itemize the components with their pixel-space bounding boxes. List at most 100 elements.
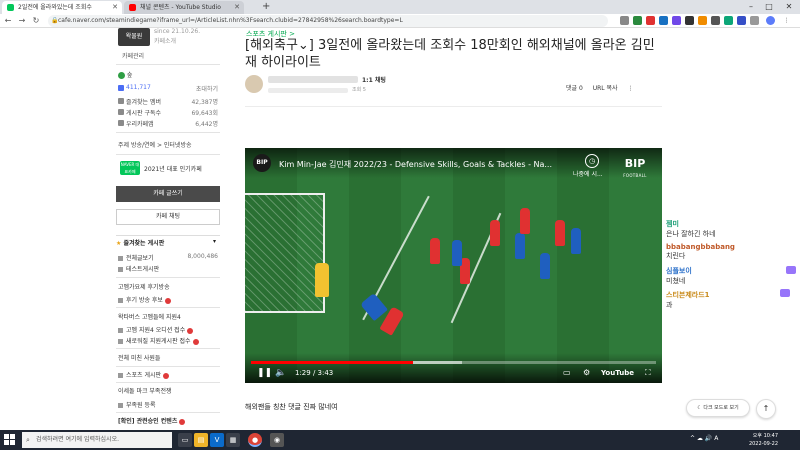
taskbar-search-input[interactable]: ⌕ 검색하려면 여기에 입력하십시오. <box>22 432 172 448</box>
board-icon <box>118 256 123 261</box>
taskbar-clock[interactable]: 오후 10:47 2022-09-22 <box>730 432 778 448</box>
settings-gear-icon[interactable]: ⚙ <box>583 367 590 379</box>
sidebar-menu-item[interactable]: 부족원 등록 <box>118 400 222 411</box>
cafe-logo[interactable]: 왁물원 <box>118 28 150 46</box>
reload-icon[interactable]: ↻ <box>30 15 42 27</box>
favorite-boards-header[interactable]: ★ 즐겨찾는 게시판 ▾ <box>116 235 220 247</box>
url-input[interactable]: 🔒 cafe.naver.com/steamindiegame?iframe_u… <box>48 15 608 27</box>
video-progress-bar[interactable] <box>251 361 656 364</box>
watch-later-label[interactable]: 나중에 시... <box>573 169 603 178</box>
forward-icon[interactable]: → <box>16 15 28 27</box>
board-icon <box>118 373 123 378</box>
board-all-posts[interactable]: 전체글보기 8,000,486 <box>118 253 222 264</box>
divider <box>116 132 220 133</box>
sidebar-menu-item[interactable]: 이세돌 마크 부족전쟁 <box>118 386 222 397</box>
volume-icon[interactable]: 🔈 <box>275 367 286 379</box>
file-explorer-icon[interactable]: ▤ <box>194 433 208 447</box>
author-avatar[interactable] <box>245 75 263 93</box>
extension-icon[interactable] <box>724 16 733 25</box>
board-label: 테스트게시판 <box>126 266 160 273</box>
extension-icon[interactable] <box>633 16 642 25</box>
extension-icon[interactable] <box>698 16 707 25</box>
cafe-topic[interactable]: 주제 방송/연예 > 인터넷방송 <box>118 140 192 149</box>
browser-tab-cafe[interactable]: 2일전에 올라와있는데 조회수 ✕ <box>2 1 122 14</box>
divider <box>116 307 220 308</box>
profile-avatar[interactable] <box>766 16 775 25</box>
cafe-chat-button[interactable]: 카페 채팅 <box>116 209 220 225</box>
more-menu-icon[interactable]: ⋮ <box>782 16 791 25</box>
sidebar-menu-item[interactable]: 왁타버스 고멤들에 지원4 <box>118 312 222 323</box>
divider <box>116 64 220 65</box>
tab-title: 채널 콘텐츠 - YouTube Studio <box>140 4 221 11</box>
time-display: 1:29 / 3:43 <box>295 369 334 377</box>
emote-icon <box>786 266 796 274</box>
comments-button[interactable]: 댓글 0 <box>566 85 583 92</box>
back-icon[interactable]: ← <box>2 15 14 27</box>
title-category[interactable]: [해외축구⌄] <box>245 38 314 53</box>
menu-label: [확인] 관련승인 컨텐츠 <box>118 418 178 425</box>
divider <box>116 412 220 413</box>
cafe-intro-link[interactable]: 카페소개 <box>154 36 176 45</box>
member-count-row[interactable]: 411,717 초대하기 <box>118 84 218 94</box>
minimize-button[interactable]: – <box>744 0 758 14</box>
member-grade: 숲 <box>118 70 132 79</box>
maximize-button[interactable]: □ <box>762 0 776 14</box>
subtitles-icon[interactable]: ▭ <box>563 367 571 379</box>
sidebar-menu-item[interactable]: 후기 방송 후보 <box>118 295 222 306</box>
extension-icon[interactable] <box>672 16 681 25</box>
chevron-down-icon[interactable]: ▾ <box>213 238 216 245</box>
extension-icon[interactable] <box>685 16 694 25</box>
write-post-button[interactable]: 카페 글쓰기 <box>116 186 220 202</box>
sidebar-menu-item[interactable]: 새로워질 지원게시판 접수 <box>118 336 222 347</box>
puzzle-icon[interactable] <box>750 16 759 25</box>
sidebar-menu-item[interactable]: 고멤 지원4 오디션 접수 <box>118 325 222 336</box>
windows-start-icon[interactable] <box>4 434 16 446</box>
watch-later-icon[interactable]: ◷ <box>585 154 599 168</box>
youtube-video-player[interactable]: BIP Kim Min-Jae 김민재 2022/23 - Defensive … <box>245 148 662 383</box>
close-tab-icon[interactable]: ✕ <box>112 1 118 14</box>
menu-label: 고멤가요제 후기방송 <box>118 284 170 291</box>
url-copy-button[interactable]: URL 복사 <box>593 85 618 92</box>
cafe-manage-link[interactable]: 카페관리 <box>122 51 144 60</box>
close-window-button[interactable]: ✕ <box>782 0 796 14</box>
sidebar-menu-item[interactable]: 고멤가요제 후기방송 <box>118 282 222 293</box>
app-icon[interactable]: ▦ <box>226 433 240 447</box>
sidebar-menu-item[interactable]: [확인] 관련승인 컨텐츠 <box>118 416 222 427</box>
stat-label: 게시판 구독수 <box>126 110 162 117</box>
fullscreen-icon[interactable]: ⛶ <box>645 367 651 379</box>
player-figure <box>515 233 525 259</box>
star-icon <box>118 98 124 104</box>
extension-icon[interactable] <box>659 16 668 25</box>
sidebar-menu-item[interactable]: 전체 미친 사원들 <box>118 353 222 364</box>
invite-link[interactable]: 초대하기 <box>196 84 218 93</box>
player-figure <box>490 220 500 246</box>
dark-mode-button[interactable]: ☾ 다크 모드로 보기 <box>686 399 750 417</box>
browser-tab-strip: 2일전에 올라와있는데 조회수 ✕ 채널 콘텐츠 - YouTube Studi… <box>0 0 800 14</box>
task-view-icon[interactable]: ▭ <box>178 433 192 447</box>
board-label: 전체글보기 <box>126 255 154 262</box>
extension-icon[interactable] <box>711 16 720 25</box>
new-tab-button[interactable]: + <box>262 0 270 14</box>
chrome-icon[interactable]: ● <box>248 433 262 447</box>
extension-icon[interactable] <box>737 16 746 25</box>
scroll-top-button[interactable]: ↑ <box>756 399 776 419</box>
new-badge-icon <box>179 418 186 425</box>
app-icon[interactable]: ◉ <box>270 433 284 447</box>
video-title[interactable]: Kim Min-Jae 김민재 2022/23 - Defensive Skil… <box>279 159 552 170</box>
close-tab-icon[interactable]: ✕ <box>234 1 240 14</box>
extension-icon[interactable] <box>620 16 629 25</box>
chat-username: 젬미 <box>666 220 679 228</box>
sidebar-menu-item-sports[interactable]: 스포츠 게시판 <box>118 370 222 381</box>
board-test[interactable]: 테스트게시판 <box>118 264 222 275</box>
channel-logo[interactable]: BIP <box>253 154 271 172</box>
pause-icon[interactable]: ❚❚ <box>257 367 272 379</box>
browser-tab-youtube-studio[interactable]: 채널 콘텐츠 - YouTube Studio ✕ <box>124 1 244 14</box>
visual-studio-icon[interactable]: V <box>210 433 224 447</box>
author-name-blurred[interactable] <box>268 76 358 83</box>
youtube-logo[interactable]: YouTube <box>601 369 634 377</box>
system-tray-icons[interactable]: ^ ☁ 🔊 A <box>690 435 718 442</box>
chat-with-author-link[interactable]: 1:1 채팅 <box>362 75 386 84</box>
extension-icon[interactable] <box>646 16 655 25</box>
more-options-icon[interactable]: ⋮ <box>627 85 633 92</box>
popular-cafe-label[interactable]: 2021년 대표 인기카페 <box>144 164 202 173</box>
